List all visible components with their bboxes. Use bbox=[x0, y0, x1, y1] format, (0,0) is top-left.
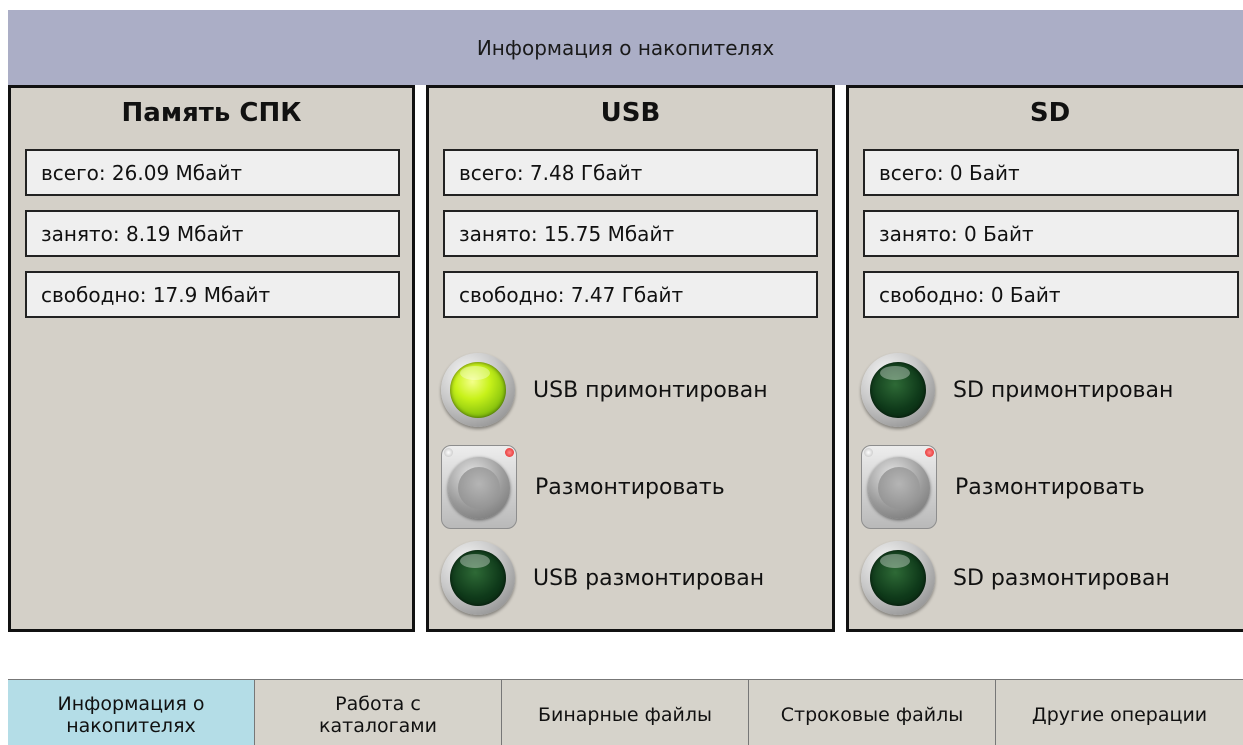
usb-unmount-row: Размонтировать bbox=[441, 445, 831, 529]
total-field: всего: 0 Байт bbox=[863, 149, 1239, 196]
usb-unmounted-row: USB размонтирован bbox=[441, 538, 831, 618]
sd-unmount-label: Размонтировать bbox=[955, 474, 1145, 500]
usb-unmounted-indicator-icon bbox=[441, 541, 515, 615]
tab-binary-files[interactable]: Бинарные файлы bbox=[502, 679, 749, 745]
tab-label: Информация о накопителях bbox=[57, 692, 205, 737]
sd-mounted-label: SD примонтирован bbox=[953, 377, 1174, 403]
free-field: свободно: 7.47 Гбайт bbox=[443, 271, 818, 318]
free-field: свободно: 17.9 Мбайт bbox=[25, 271, 400, 318]
sd-unmounted-indicator-icon bbox=[861, 541, 935, 615]
tab-storage-info[interactable]: Информация о накопителях bbox=[8, 679, 255, 745]
panel-spk-memory: Память СПК всего: 26.09 Мбайт занято: 8.… bbox=[8, 85, 415, 632]
page-title: Информация о накопителях bbox=[476, 35, 775, 60]
tab-bar: Информация о накопителях Работа с катало… bbox=[8, 679, 1243, 745]
sd-unmount-row: Размонтировать bbox=[861, 445, 1243, 529]
usb-unmounted-label: USB размонтирован bbox=[533, 565, 765, 591]
panel-sd: SD всего: 0 Байт занято: 0 Байт свободно… bbox=[846, 85, 1243, 632]
tab-directories[interactable]: Работа с каталогами bbox=[255, 679, 502, 745]
panel-title: Память СПК bbox=[121, 98, 302, 128]
tab-label: Другие операции bbox=[1031, 703, 1208, 726]
usb-unmount-label: Размонтировать bbox=[535, 474, 725, 500]
tab-label: Работа с каталогами bbox=[319, 692, 437, 737]
used-field: занято: 15.75 Мбайт bbox=[443, 210, 818, 257]
usb-mounted-indicator-icon bbox=[441, 353, 515, 427]
sd-mounted-row: SD примонтирован bbox=[861, 350, 1243, 430]
usb-unmount-button[interactable] bbox=[441, 445, 517, 529]
panel-title: USB bbox=[600, 98, 661, 128]
sd-mounted-indicator-icon bbox=[861, 353, 935, 427]
used-field: занято: 0 Байт bbox=[863, 210, 1239, 257]
used-field: занято: 8.19 Мбайт bbox=[25, 210, 400, 257]
free-field: свободно: 0 Байт bbox=[863, 271, 1239, 318]
tab-label: Строковые файлы bbox=[780, 703, 964, 726]
total-field: всего: 26.09 Мбайт bbox=[25, 149, 400, 196]
tab-label: Бинарные файлы bbox=[537, 703, 713, 726]
panel-usb: USB всего: 7.48 Гбайт занято: 15.75 Мбай… bbox=[426, 85, 835, 632]
tab-string-files[interactable]: Строковые файлы bbox=[749, 679, 996, 745]
sd-unmounted-label: SD размонтирован bbox=[953, 565, 1170, 591]
tab-other-operations[interactable]: Другие операции bbox=[996, 679, 1243, 745]
sd-unmount-button[interactable] bbox=[861, 445, 937, 529]
total-field: всего: 7.48 Гбайт bbox=[443, 149, 818, 196]
usb-mounted-label: USB примонтирован bbox=[533, 377, 768, 403]
header-bar: Информация о накопителях bbox=[8, 10, 1243, 85]
panel-title: SD bbox=[1029, 98, 1071, 128]
usb-mounted-row: USB примонтирован bbox=[441, 350, 831, 430]
sd-unmounted-row: SD размонтирован bbox=[861, 538, 1243, 618]
